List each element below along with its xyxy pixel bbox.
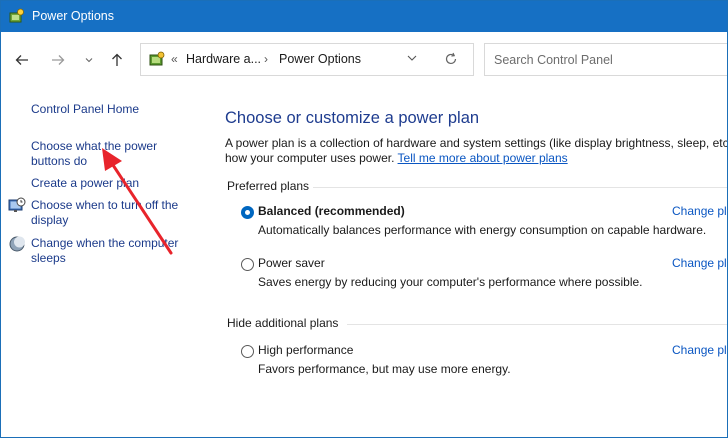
main-content: Choose or customize a power plan A power… (206, 86, 728, 437)
divider (313, 187, 727, 188)
change-plan-balanced-link[interactable]: Change pla (672, 204, 727, 218)
preferred-plans-heading: Preferred plans (227, 179, 310, 193)
address-bar[interactable]: « Hardware a... › Power Options (140, 43, 474, 76)
sidebar-item-sleep[interactable]: Change when the computer sleeps (31, 236, 178, 266)
search-box[interactable]: Search Control Panel (484, 43, 727, 76)
breadcrumb-power-options[interactable]: Power Options (279, 52, 361, 66)
recent-locations-button[interactable] (78, 49, 100, 71)
sidebar: Control Panel Home Choose what the power… (1, 86, 206, 437)
control-panel-home-link[interactable]: Control Panel Home (31, 102, 139, 117)
chevron-down-icon (85, 58, 93, 63)
plan-name-high-performance[interactable]: High performance (258, 343, 353, 357)
plan-desc-high-performance: Favors performance, but may use more ene… (258, 362, 511, 376)
search-input[interactable]: Search Control Panel (494, 53, 613, 67)
arrow-up-icon (112, 53, 122, 66)
back-button[interactable] (11, 49, 33, 71)
sidebar-item-label: display (31, 213, 69, 227)
monitor-clock-icon (8, 197, 26, 212)
refresh-icon[interactable] (444, 52, 458, 66)
plan-description: A power plan is a collection of hardware… (225, 136, 728, 166)
breadcrumb-separator[interactable]: › (264, 52, 268, 66)
sidebar-item-create-plan[interactable]: Create a power plan (31, 176, 139, 191)
arrow-left-icon (15, 55, 28, 65)
sidebar-item-label: Create a power plan (31, 176, 140, 190)
forward-button[interactable] (47, 49, 69, 71)
sidebar-item-power-buttons[interactable]: Choose what the power buttons do (31, 139, 157, 169)
sidebar-item-label: buttons do (31, 154, 88, 168)
sidebar-item-label: sleeps (31, 251, 66, 265)
chevron-down-icon[interactable] (407, 54, 417, 62)
plan-name-power-saver[interactable]: Power saver (258, 256, 325, 270)
description-text: A power plan is a collection of hardware… (225, 136, 728, 150)
radio-high-performance[interactable] (241, 345, 254, 358)
description-text: how your computer uses power. (225, 151, 395, 165)
plan-name-balanced[interactable]: Balanced (recommended) (258, 204, 405, 218)
hide-additional-plans-toggle[interactable]: Hide additional plans (227, 316, 338, 330)
breadcrumb-hardware[interactable]: Hardware a... (186, 52, 261, 66)
up-button[interactable] (106, 49, 128, 71)
control-panel-icon (149, 51, 165, 66)
learn-more-link[interactable]: Tell me more about power plans (398, 151, 568, 165)
title-bar: Power Options (1, 1, 727, 32)
divider (347, 324, 727, 325)
sidebar-item-display-off[interactable]: Choose when to turn off the display (31, 198, 178, 228)
plan-desc-balanced: Automatically balances performance with … (258, 223, 707, 237)
change-plan-power-saver-link[interactable]: Change pla (672, 256, 727, 270)
arrow-right-icon (52, 55, 65, 65)
sidebar-item-label: Choose when to turn off the (31, 198, 179, 212)
sidebar-item-label: Choose what the power (31, 139, 158, 153)
plan-desc-power-saver: Saves energy by reducing your computer's… (258, 275, 643, 289)
page-title: Choose or customize a power plan (225, 109, 480, 127)
moon-icon (9, 236, 25, 252)
radio-balanced[interactable] (241, 206, 254, 219)
radio-power-saver[interactable] (241, 258, 254, 271)
breadcrumb-overflow[interactable]: « (171, 52, 178, 66)
change-plan-high-performance-link[interactable]: Change pla (672, 343, 727, 357)
power-options-window: Power Options « Hardware a... › Power Op… (0, 0, 728, 438)
navigation-bar: « Hardware a... › Power Options Search C… (1, 32, 727, 86)
window-title: Power Options (32, 9, 114, 23)
power-options-icon (9, 8, 24, 23)
sidebar-item-label: Change when the computer (31, 236, 179, 250)
